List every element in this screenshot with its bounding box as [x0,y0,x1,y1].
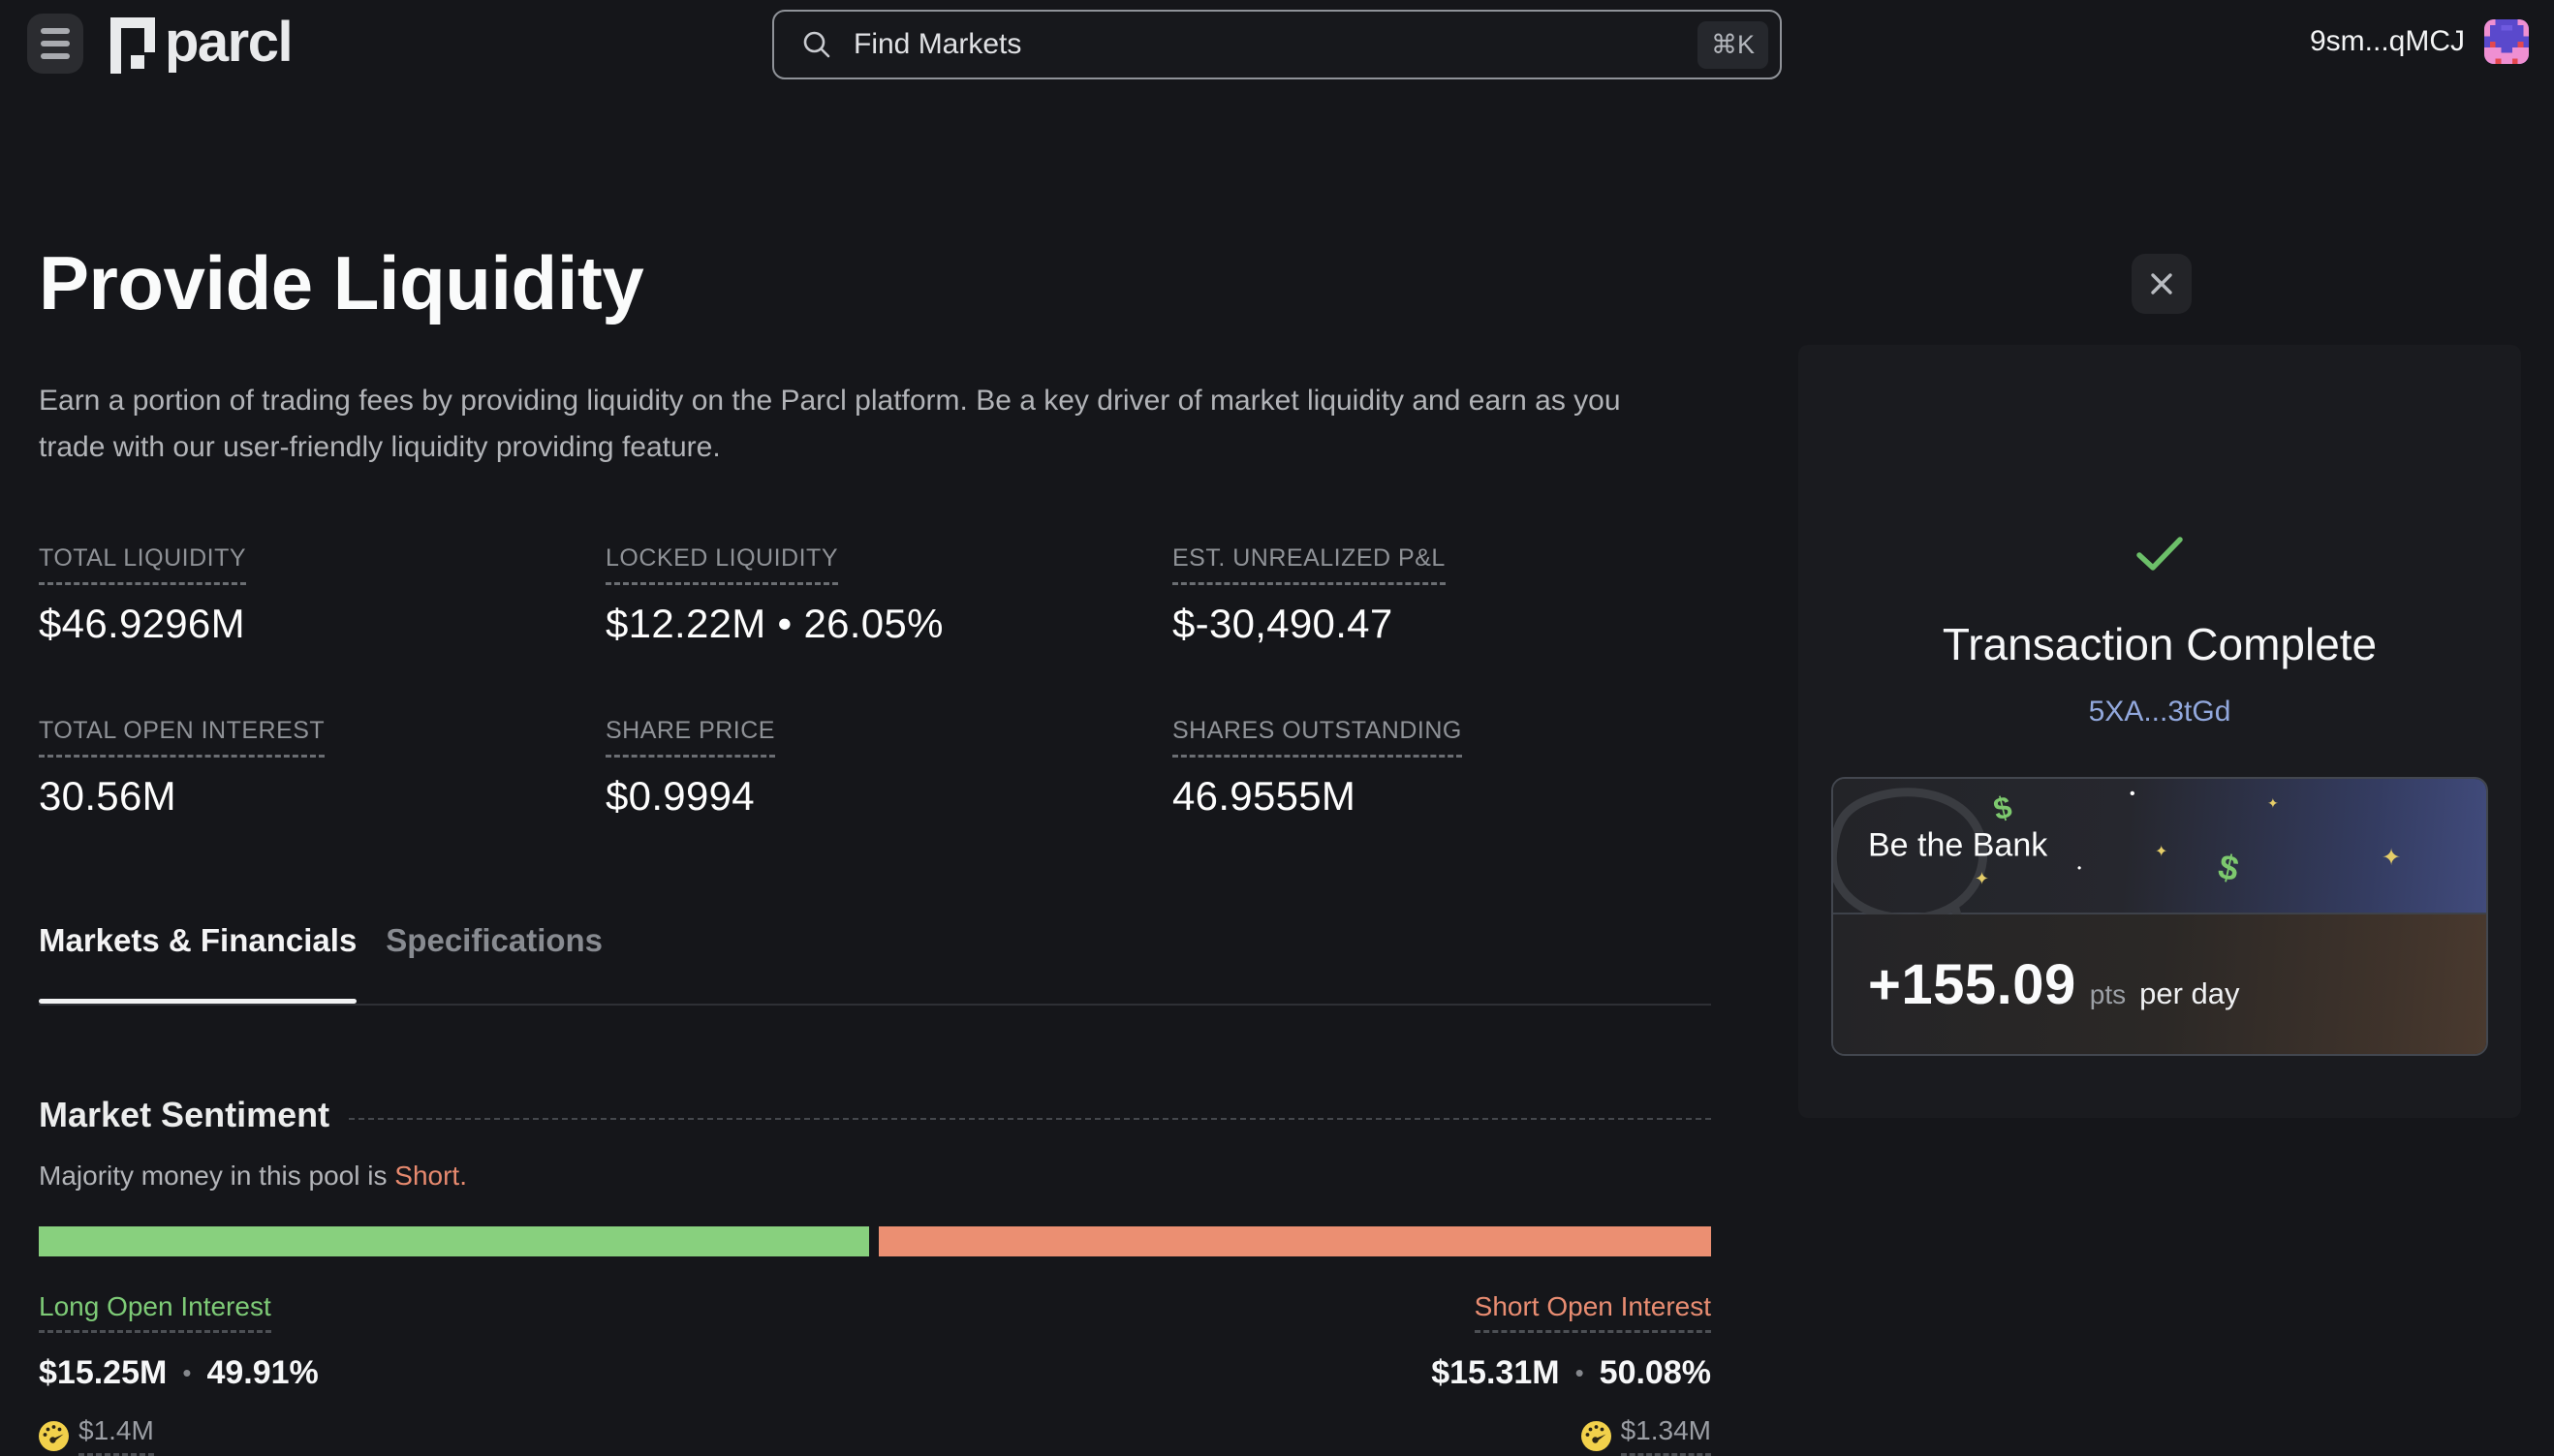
close-panel-button[interactable] [2132,254,2192,314]
points-suffix: per day [2139,976,2240,1010]
sentiment-bar-long [39,1226,869,1256]
sentiment-bar-short [878,1226,1711,1256]
transaction-panel: Transaction Complete 5XA...3tGd Be the B… [1798,345,2521,1118]
stat-label: SHARE PRICE [606,717,775,758]
short-boost: $1.34M [1580,1415,1711,1456]
parcl-logo[interactable]: parcl [110,11,294,74]
logo-text: parcl [165,11,294,74]
dot-separator: • [1574,1358,1584,1387]
market-sentiment-title: Market Sentiment [39,1095,330,1134]
sentiment-highlight: Short. [394,1161,467,1191]
search-input[interactable] [854,28,1697,61]
stat-value: $46.9296M [39,601,245,646]
long-open-interest-label: Long Open Interest [39,1291,271,1333]
stat-label: LOCKED LIQUIDITY [606,544,838,585]
stat-value: $0.9994 [606,773,755,819]
check-icon [2136,537,2183,571]
long-open-interest-value: $15.25M • 49.91% [39,1354,319,1391]
market-sentiment-header: Market Sentiment [39,1095,1711,1135]
close-icon [2151,273,2172,294]
open-interest-values: $15.25M • 49.91% $15.31M • 50.08% [39,1354,1711,1392]
open-interest-labels: Long Open Interest Short Open Interest [39,1291,1711,1333]
transaction-status-title: Transaction Complete [1942,619,2378,669]
detail-tabs: Markets & Financials Specifications [39,922,1711,1006]
hamburger-icon [41,28,70,34]
sparkle-decoration: ✦ [2267,795,2279,811]
gauge-icon [1580,1420,1611,1451]
dollar-decoration: $ [1989,789,2015,827]
stat-label: TOTAL LIQUIDITY [39,544,247,585]
sentiment-summary: Majority money in this pool is Short. [39,1161,467,1191]
short-boost-value: $1.34M [1620,1415,1711,1456]
points-per-day-value: +155.09 [1868,952,2076,1016]
wallet-avatar [2484,19,2529,64]
open-interest-boosts: $1.4M $1.34M [39,1415,1711,1456]
stat-label: SHARES OUTSTANDING [1172,717,1462,758]
stat-total-open-interest: TOTAL OPEN INTEREST 30.56M [39,717,606,820]
transaction-hash-link[interactable]: 5XA...3tGd [2089,696,2231,728]
page-title: Provide Liquidity [39,240,644,325]
menu-button[interactable] [27,14,83,74]
dot-decoration: • [2077,861,2082,875]
sentiment-bar [39,1226,1711,1256]
sparkle-decoration: ✦ [1975,869,1990,888]
stat-label: TOTAL OPEN INTEREST [39,717,326,758]
points-row: +155.09 pts per day [1868,952,2240,1017]
be-the-bank-card[interactable]: Be the Bank $ $ ✦ ✦ ✦ ✦ • • +155.09 pts … [1831,777,2488,1056]
stat-est-unrealized-pnl: EST. UNREALIZED P&L $-30,490.47 [1172,544,1711,647]
stat-label: EST. UNREALIZED P&L [1172,544,1446,585]
stat-value: $12.22M • 26.05% [606,601,944,646]
main-content: Provide Liquidity Earn a portion of trad… [39,89,1711,1456]
topbar: parcl ⌘K 9sm...qMCJ [0,0,2554,89]
keyboard-shortcut-hint: ⌘K [1697,20,1768,69]
stat-locked-liquidity: LOCKED LIQUIDITY $12.22M • 26.05% [606,544,1172,647]
tab-specifications[interactable]: Specifications [386,922,603,959]
stat-share-price: SHARE PRICE $0.9994 [606,717,1172,820]
promo-card-body: +155.09 pts per day [1833,914,2486,1054]
promo-card-header: Be the Bank $ $ ✦ ✦ ✦ ✦ • • [1833,779,2486,937]
parcl-logo-icon [110,17,155,74]
stat-value: 46.9555M [1172,773,1356,819]
points-unit: pts [2089,978,2127,1009]
section-divider [349,1118,1711,1120]
page-description: Earn a portion of trading fees by provid… [39,385,1621,463]
tab-markets-financials[interactable]: Markets & Financials [39,922,358,1004]
stat-shares-outstanding: SHARES OUTSTANDING 46.9555M [1172,717,1711,820]
search-icon [801,29,832,60]
wallet-address: 9sm...qMCJ [2309,25,2465,57]
long-boost-value: $1.4M [78,1415,154,1456]
promo-card-title: Be the Bank [1868,826,2048,864]
stat-value: $-30,490.47 [1172,601,1393,646]
stat-value: 30.56M [39,773,176,819]
market-search-bar[interactable]: ⌘K [772,10,1782,79]
pool-stats-grid: TOTAL LIQUIDITY $46.9296M LOCKED LIQUIDI… [39,544,1711,820]
dot-decoration: • [2130,786,2135,802]
short-open-interest-value: $15.31M • 50.08% [1431,1354,1711,1391]
sparkle-decoration: ✦ [2382,845,2402,871]
dollar-decoration: $ [2215,846,2243,889]
short-open-interest-label: Short Open Interest [1474,1291,1711,1333]
gauge-icon [39,1420,69,1451]
stat-total-liquidity: TOTAL LIQUIDITY $46.9296M [39,544,606,647]
long-boost: $1.4M [39,1415,154,1456]
dot-separator: • [182,1358,192,1387]
wallet-button[interactable]: 9sm...qMCJ [2310,19,2529,64]
sparkle-decoration: ✦ [2155,844,2168,860]
